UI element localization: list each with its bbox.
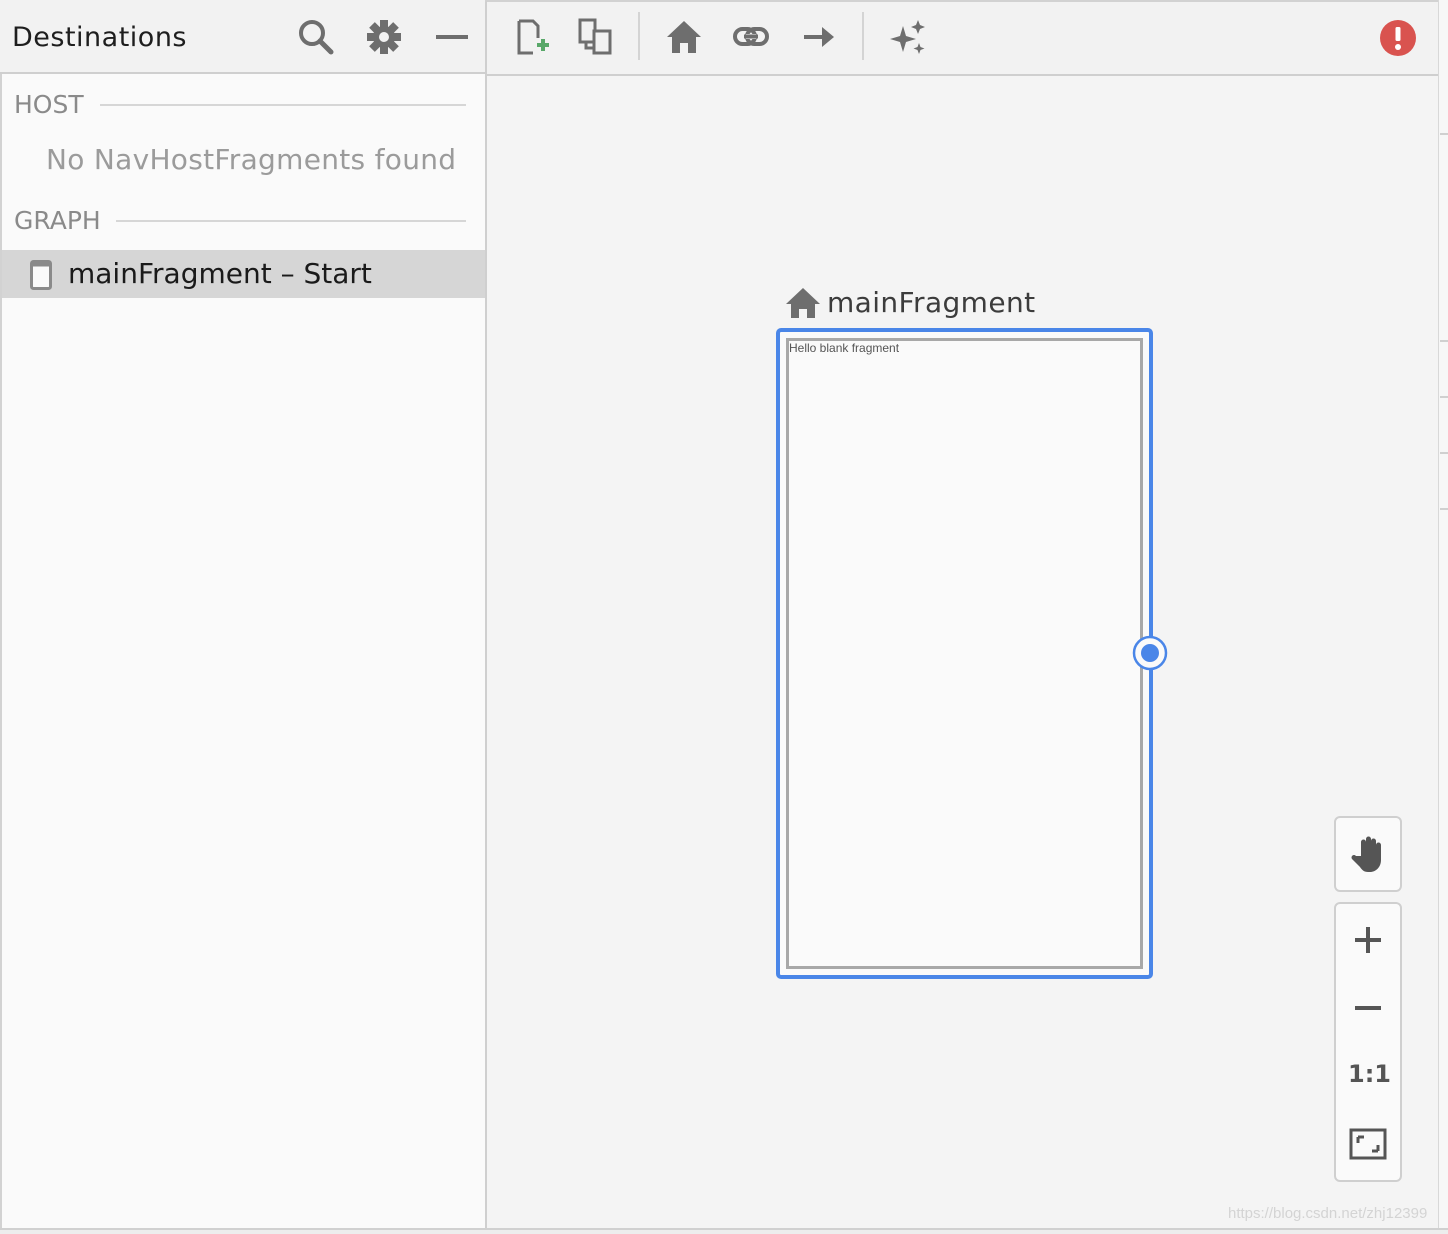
edge-tick bbox=[1440, 133, 1448, 135]
edge-tick bbox=[1440, 340, 1448, 342]
bottom-status-strip bbox=[0, 1228, 1448, 1234]
fragment-title: mainFragment bbox=[827, 286, 1036, 319]
deep-link-icon[interactable] bbox=[732, 18, 770, 56]
edge-tick bbox=[1440, 508, 1448, 510]
zoom-to-fit-icon[interactable] bbox=[1348, 1124, 1388, 1164]
graph-section-label: GRAPH bbox=[14, 206, 101, 235]
zoom-out-icon[interactable] bbox=[1348, 988, 1388, 1028]
action-arrow-icon[interactable] bbox=[800, 18, 838, 56]
destinations-panel bbox=[0, 0, 487, 1228]
auto-arrange-icon[interactable] bbox=[889, 18, 927, 56]
navigation-editor-toolbar bbox=[487, 0, 1440, 76]
fragment-preview bbox=[786, 338, 1143, 969]
nested-graph-icon[interactable] bbox=[577, 18, 615, 56]
action-handle[interactable] bbox=[1132, 635, 1168, 671]
pan-hand-icon[interactable] bbox=[1348, 834, 1388, 874]
edge-tick bbox=[1440, 396, 1448, 398]
start-destination-home-icon bbox=[786, 287, 822, 319]
panel-title: Destinations bbox=[12, 22, 188, 53]
host-empty-message: No NavHostFragments found bbox=[46, 143, 457, 176]
section-divider bbox=[116, 220, 466, 222]
fragment-preview-text: Hello blank fragment bbox=[789, 341, 900, 355]
graph-item-mainfragment[interactable]: mainFragment – Start bbox=[2, 250, 485, 298]
watermark: https://blog.csdn.net/zhj12399 bbox=[1228, 1205, 1428, 1222]
right-edge-strip bbox=[1438, 0, 1448, 1228]
gear-icon[interactable] bbox=[364, 17, 404, 57]
new-destination-icon[interactable] bbox=[514, 18, 552, 56]
graph-item-label: mainFragment – Start bbox=[68, 257, 372, 290]
zoom-in-icon[interactable] bbox=[1348, 920, 1388, 960]
pan-control[interactable] bbox=[1334, 816, 1402, 892]
fragment-screen-icon bbox=[30, 260, 52, 290]
home-icon[interactable] bbox=[665, 18, 703, 56]
toolbar-separator bbox=[862, 12, 864, 60]
edge-tick bbox=[1440, 452, 1448, 454]
section-divider bbox=[100, 104, 466, 106]
zoom-actual-size-button[interactable]: 1:1 bbox=[1348, 1060, 1391, 1088]
toolbar-separator bbox=[638, 12, 640, 60]
host-section-label: HOST bbox=[14, 90, 84, 119]
minimize-icon[interactable] bbox=[432, 17, 472, 57]
error-icon[interactable] bbox=[1379, 19, 1417, 57]
search-icon[interactable] bbox=[296, 17, 336, 57]
